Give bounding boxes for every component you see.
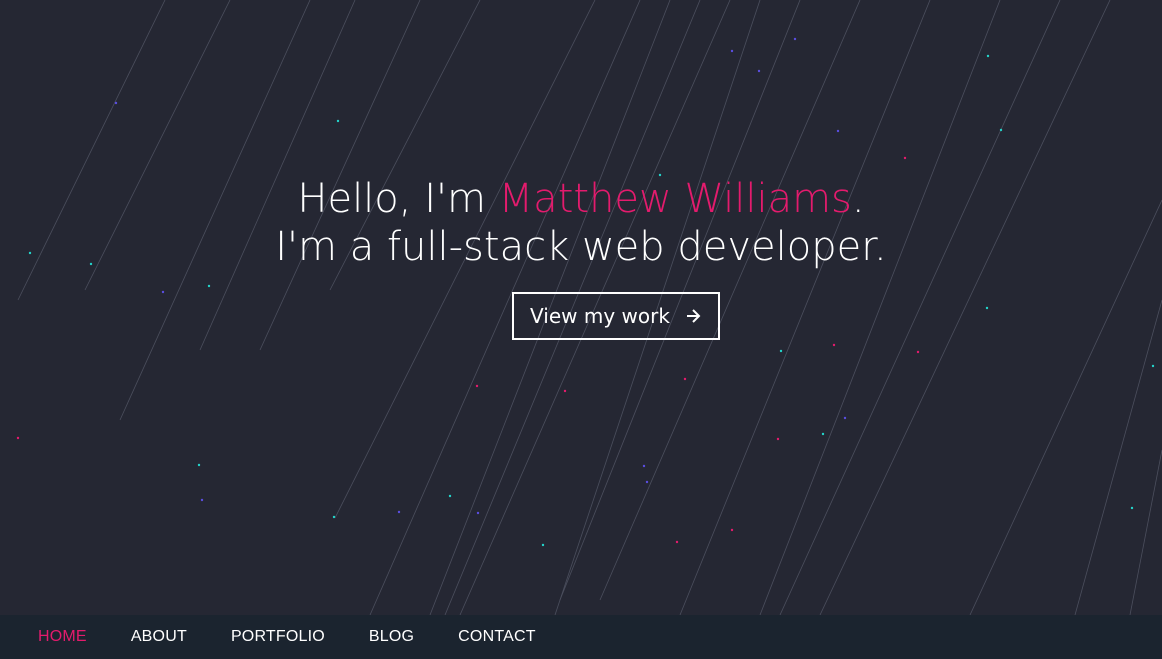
- greeting-line: Hello, I'm Matthew Williams.: [0, 175, 1162, 223]
- nav-blog[interactable]: BLOG: [369, 628, 414, 646]
- arrow-right-icon: [686, 309, 701, 323]
- hero-intro: Hello, I'm Matthew Williams. I'm a full-…: [0, 175, 1162, 271]
- nav-contact[interactable]: CONTACT: [458, 628, 536, 646]
- nav-portfolio[interactable]: PORTFOLIO: [231, 628, 325, 646]
- nav-about[interactable]: ABOUT: [131, 628, 187, 646]
- nav-home[interactable]: HOME: [38, 628, 87, 646]
- view-work-button[interactable]: View my work: [512, 292, 720, 340]
- main-navbar: HOME ABOUT PORTFOLIO BLOG CONTACT: [0, 615, 1162, 659]
- hero-section: Hello, I'm Matthew Williams. I'm a full-…: [0, 0, 1162, 615]
- tagline: I'm a full-stack web developer.: [275, 224, 887, 270]
- developer-name: Matthew Williams: [498, 176, 852, 222]
- greeting-suffix: .: [851, 176, 865, 222]
- view-work-label: View my work: [530, 304, 670, 328]
- greeting-prefix: Hello, I'm: [297, 176, 499, 222]
